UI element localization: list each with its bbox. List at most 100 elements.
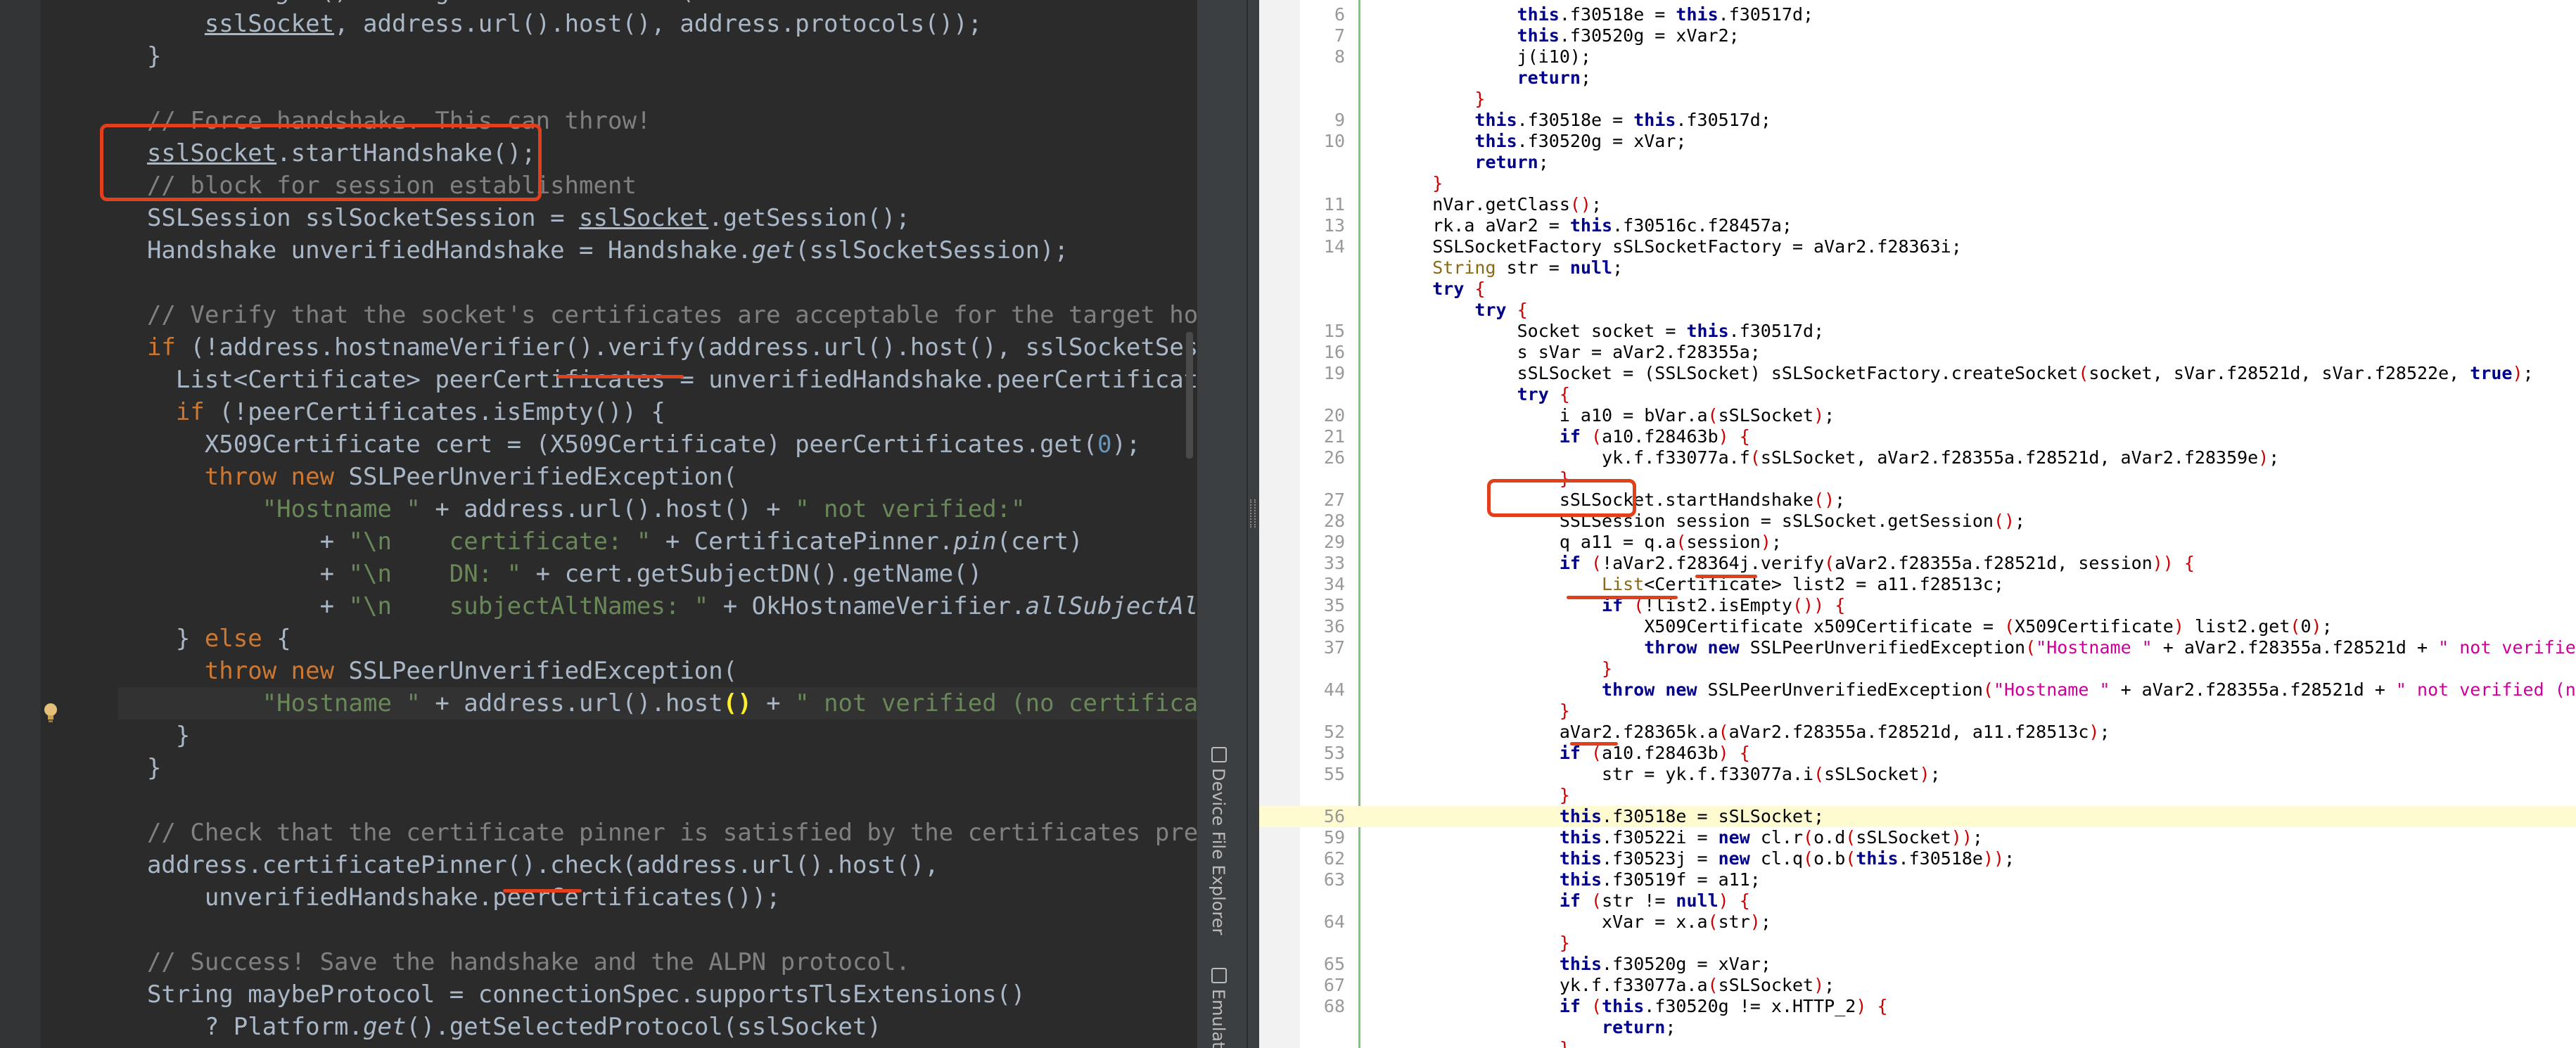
code-line[interactable]: "Hostname " + address.url().host() + " n… [118,687,1256,720]
code-token: this [1602,996,1645,1016]
code-line[interactable]: return; [1259,68,2576,89]
line-text: } [1390,658,1612,679]
code-line[interactable]: 28 SSLSession session = sSLSocket.getSes… [1259,511,2576,532]
code-line[interactable]: } [118,720,1210,752]
code-line[interactable]: String str = null; [1259,257,2576,279]
code-line[interactable]: X509Certificate cert = (X509Certificate)… [118,428,1210,461]
device-explorer-icon[interactable] [1211,747,1227,762]
code-line[interactable]: 52 aVar2.f28365k.a(aVar2.f28355a.f28521d… [1259,722,2576,743]
code-line[interactable]: 44 throw new SSLPeerUnverifiedException(… [1259,679,2576,701]
line-number: 44 [1323,679,1345,700]
code-line[interactable] [118,784,1210,817]
left-code-editor[interactable]: Platform.get().configureTlsExtensions( s… [0,0,1259,1048]
code-line[interactable]: try { [1259,279,2576,300]
code-line[interactable]: 37 throw new SSLPeerUnverifiedException(… [1259,637,2576,658]
code-line[interactable]: 7 this.f30520g = xVar2; [1259,25,2576,46]
code-line[interactable]: 67 yk.f.f33077a.a(sSLSocket); [1259,975,2576,996]
code-line[interactable]: try { [1259,384,2576,405]
code-line[interactable]: if (str != null) { [1259,890,2576,912]
code-line[interactable]: 15 Socket socket = this.f30517d; [1259,321,2576,342]
code-line[interactable]: } [1259,89,2576,110]
code-line[interactable]: + "\n subjectAltNames: " + OkHostnameVer… [118,590,1256,622]
code-line[interactable]: // Success! Save the handshake and the A… [118,946,1210,978]
code-line[interactable]: 16 s sVar = aVar2.f28355a; [1259,342,2576,363]
code-line[interactable]: 29 q a11 = q.a(session); [1259,532,2576,553]
code-line[interactable]: 34 List<Certificate> list2 = a11.f28513c… [1259,574,2576,595]
code-line[interactable]: List<Certificate> peerCertificates = unv… [118,364,1256,396]
code-line[interactable]: } [1259,658,2576,679]
code-line[interactable]: } [1259,701,2576,722]
code-line[interactable]: Platform.get().configureTlsExtensions( [118,0,1210,8]
code-line[interactable]: 27 sSLSocket.startHandshake(); [1259,490,2576,511]
code-line[interactable]: 26 yk.f.f33077a.f(sSLSocket, aVar2.f2835… [1259,447,2576,468]
code-line[interactable]: 33 if (!aVar2.f28364j.verify(aVar2.f2835… [1259,553,2576,574]
code-line[interactable]: 55 str = yk.f.f33077a.i(sSLSocket); [1259,764,2576,785]
code-line[interactable]: 53 if (a10.f28463b) { [1259,743,2576,764]
code-line[interactable]: 8 j(i10); [1259,46,2576,68]
code-line[interactable]: } [1259,173,2576,194]
tab-emulator[interactable]: Emulator [1209,989,1228,1048]
code-line[interactable]: + "\n DN: " + cert.getSubjectDN().getNam… [118,558,1210,590]
code-line[interactable]: 21 if (a10.f28463b) { [1259,426,2576,447]
code-token: sslSocket [204,10,335,38]
code-line[interactable]: 20 i a10 = bVar.a(sSLSocket); [1259,405,2576,426]
code-line[interactable]: throw new SSLPeerUnverifiedException( [118,461,1210,493]
code-line[interactable]: 9 this.f30518e = this.f30517d; [1259,110,2576,131]
code-line[interactable]: } [118,752,1210,784]
code-line[interactable]: 59 this.f30522i = new cl.r(o.d(sSLSocket… [1259,827,2576,848]
code-line[interactable]: 14 SSLSocketFactory sSLSocketFactory = a… [1259,236,2576,257]
code-line[interactable]: 35 if (!list2.isEmpty()) { [1259,595,2576,616]
code-line[interactable] [118,72,1210,105]
line-number: 6 [1334,4,1345,25]
code-line[interactable]: // Check that the certificate pinner is … [118,817,1256,849]
code-line[interactable]: } [1259,933,2576,954]
code-line[interactable]: 62 this.f30523j = new cl.q(o.b(this.f305… [1259,848,2576,869]
code-line[interactable]: sslSocket, address.url().host(), address… [118,8,1210,40]
code-line[interactable] [118,267,1210,299]
code-line[interactable]: ? Platform.get().getSelectedProtocol(ssl… [118,1011,1210,1043]
line-text: } [1390,173,1443,194]
code-line[interactable]: } else { [118,622,1210,655]
code-line[interactable]: if (!address.hostnameVerifier().verify(a… [118,331,1256,364]
code-line[interactable]: } [118,40,1210,72]
code-line[interactable]: Handshake unverifiedHandshake = Handshak… [118,234,1210,267]
code-line[interactable]: return; [1259,152,2576,173]
code-line[interactable]: 13 rk.a aVar2 = this.f30516c.f28457a; [1259,215,2576,236]
code-line[interactable]: } [1259,785,2576,806]
code-line[interactable]: SSLSession sslSocketSession = sslSocket.… [118,202,1210,234]
code-line[interactable]: 6 this.f30518e = this.f30517d; [1259,4,2576,25]
emulator-icon[interactable] [1211,968,1227,983]
code-line[interactable]: + "\n certificate: " + CertificatePinner… [118,525,1210,558]
splitter-handle[interactable] [1250,499,1256,528]
code-line[interactable]: } [1259,1038,2576,1048]
code-line[interactable]: try { [1259,300,2576,321]
code-line[interactable]: 10 this.f30520g = xVar; [1259,131,2576,152]
lightbulb-icon[interactable] [42,702,59,723]
code-line[interactable]: // Verify that the socket's certificates… [118,299,1242,331]
code-line[interactable]: 19 sSLSocket = (SSLSocket) sSLSocketFact… [1259,363,2576,384]
code-line[interactable]: 63 this.f30519f = a11; [1259,869,2576,890]
right-code-editor[interactable]: 6 this.f30518e = this.f30517d; 7 this.f30… [1259,0,2576,1048]
code-line[interactable] [118,914,1210,946]
code-line[interactable]: return; [1259,1017,2576,1038]
code-line[interactable]: 65 this.f30520g = xVar; [1259,954,2576,975]
code-token: SSLPeerUnverifiedException [1697,679,1983,700]
code-line[interactable]: "Hostname " + address.url().host() + " n… [118,493,1210,525]
code-line[interactable]: throw new SSLPeerUnverifiedException( [118,655,1210,687]
code-token: .getSession(); [708,204,910,232]
code-line[interactable]: } [1259,468,2576,490]
code-line[interactable]: 11 nVar.getClass(); [1259,194,2576,215]
left-editor-scrollbar[interactable] [1186,332,1193,459]
code-line[interactable]: unverifiedHandshake.peerCertificates()); [118,881,1210,914]
code-line[interactable]: address.certificatePinner().check(addres… [118,849,1210,881]
code-line[interactable]: 36 X509Certificate x509Certificate = (X5… [1259,616,2576,637]
code-line[interactable]: if (!peerCertificates.isEmpty()) { [118,396,1210,428]
code-line[interactable]: 56 this.f30518e = sSLSocket; [1259,806,2576,827]
code-token: return [1517,68,1581,88]
code-line[interactable]: 64 xVar = x.a(str); [1259,912,2576,933]
right-code-lines[interactable]: 6 this.f30518e = this.f30517d; 7 this.f30… [1259,4,2576,1048]
code-line[interactable]: String maybeProtocol = connectionSpec.su… [118,978,1210,1011]
tab-device-file-explorer[interactable]: Device File Explorer [1209,768,1228,935]
code-line[interactable]: 68 if (this.f30520g != x.HTTP_2) { [1259,996,2576,1017]
